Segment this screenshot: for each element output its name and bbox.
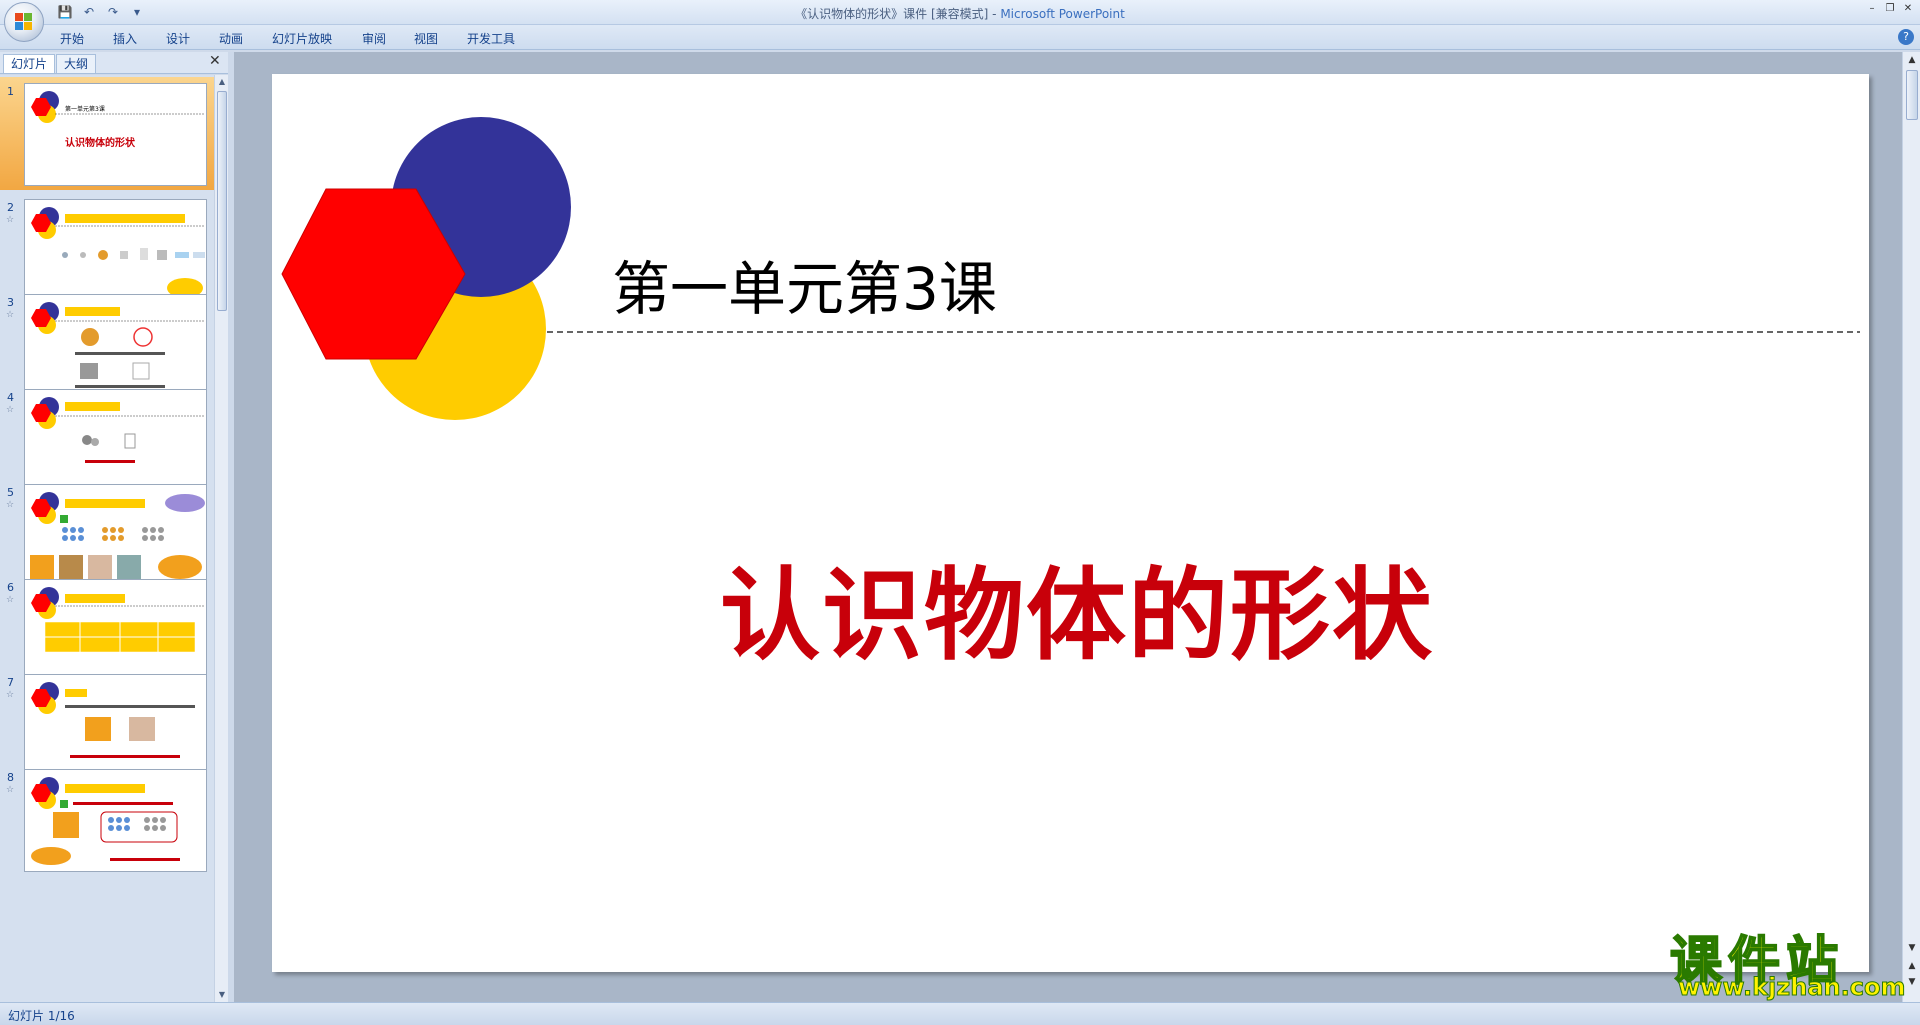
window-controls: – ❐ ✕	[1864, 2, 1916, 14]
slide-number: 8	[7, 771, 14, 784]
slide-counter: 幻灯片 1/16	[8, 1009, 75, 1023]
slide-thumbnail[interactable]	[24, 579, 207, 682]
scroll-thumb[interactable]	[1906, 70, 1918, 120]
pane-tabs: 幻灯片 大纲 ✕	[0, 52, 228, 74]
vertical-scrollbar[interactable]: ▲ ▼ ▲ ▼	[1902, 52, 1920, 1002]
slide-thumbnail[interactable]	[24, 769, 207, 872]
close-icon[interactable]: ✕	[1900, 2, 1916, 14]
slide-title[interactable]: 认识物体的形状	[720, 534, 1434, 679]
office-button[interactable]	[4, 2, 44, 42]
animation-effect-icon: ☆	[6, 215, 15, 225]
tab-home[interactable]: 开始	[60, 30, 84, 47]
ribbon-tabs: 开始 插入 设计 动画 幻灯片放映 审阅 视图 开发工具 ?	[0, 25, 1920, 50]
tab-view[interactable]: 视图	[414, 30, 438, 47]
thumb-content	[31, 682, 195, 758]
tab-developer[interactable]: 开发工具	[467, 30, 515, 47]
watermark-url: www.kjzhan.com	[1677, 973, 1906, 1002]
document-title: 《认识物体的形状》课件 [兼容模式] -	[795, 7, 1001, 21]
status-bar: 幻灯片 1/16	[0, 1002, 1920, 1025]
tab-animations[interactable]: 动画	[219, 30, 243, 47]
tab-design[interactable]: 设计	[166, 30, 190, 47]
tab-review[interactable]: 审阅	[362, 30, 386, 47]
title-bar: 💾 ↶ ↷ ▾ 《认识物体的形状》课件 [兼容模式] - Microsoft P…	[0, 0, 1920, 25]
powerpoint-window: 💾 ↶ ↷ ▾ 《认识物体的形状》课件 [兼容模式] - Microsoft P…	[0, 0, 1920, 1025]
slide-decoration	[281, 117, 1860, 420]
slide-thumbnail[interactable]	[24, 674, 207, 777]
close-pane-icon[interactable]: ✕	[209, 53, 221, 69]
scroll-thumb[interactable]	[217, 91, 227, 311]
slide-thumbnail-row[interactable]: 8 ☆	[0, 763, 214, 876]
slide-thumbnail[interactable]	[24, 389, 207, 492]
slide-subtitle[interactable]: 第一单元第3课	[612, 242, 997, 326]
thumb-subtitle: 第一单元第3课	[65, 106, 105, 113]
watermark-logo: 课件站 www.kjzhan.com	[1668, 925, 1908, 1005]
animation-effect-icon: ☆	[6, 405, 15, 415]
tab-insert[interactable]: 插入	[113, 30, 137, 47]
slide-number: 4	[7, 391, 14, 404]
slide-number: 1	[7, 85, 14, 98]
slides-pane: 1 第一单元第3课 认识物体的形状 2 ☆ 3 ☆ 4 ☆ 5 ☆ 6 ☆ 7 …	[0, 75, 228, 1002]
thumb-content	[30, 492, 205, 579]
tab-slides[interactable]: 幻灯片	[3, 54, 56, 73]
current-slide[interactable]: 第一单元第3课 认识物体的形状	[272, 74, 1869, 972]
slide-number: 6	[7, 581, 14, 594]
animation-effect-icon: ☆	[6, 595, 15, 605]
thumb-content	[31, 207, 205, 298]
tab-outline[interactable]: 大纲	[56, 54, 97, 73]
thumb-content	[31, 302, 205, 388]
app-name: Microsoft PowerPoint	[1000, 7, 1125, 21]
slide-number: 2	[7, 201, 14, 214]
animation-effect-icon: ☆	[6, 310, 15, 320]
animation-effect-icon: ☆	[6, 690, 15, 700]
animation-effect-icon: ☆	[6, 785, 15, 795]
minimize-icon[interactable]: –	[1864, 2, 1880, 14]
restore-icon[interactable]: ❐	[1882, 2, 1898, 14]
slide-number: 5	[7, 486, 14, 499]
scroll-up-icon[interactable]: ▲	[1905, 54, 1919, 66]
help-icon[interactable]: ?	[1898, 29, 1914, 45]
animation-effect-icon: ☆	[6, 500, 15, 510]
slide-number: 7	[7, 676, 14, 689]
thumbnail-scrollbar[interactable]: ▲ ▼	[214, 75, 228, 1002]
slide-thumbnail[interactable]: 第一单元第3课 认识物体的形状	[24, 83, 207, 186]
thumb-content	[31, 587, 205, 653]
tab-slideshow[interactable]: 幻灯片放映	[272, 30, 332, 47]
slide-thumbnail[interactable]	[24, 294, 207, 397]
office-logo-icon	[15, 13, 33, 31]
slide-thumbnail[interactable]	[24, 199, 207, 302]
slide-thumbnail-row[interactable]: 1 第一单元第3课 认识物体的形状	[0, 77, 214, 190]
thumb-title: 认识物体的形状	[65, 138, 135, 149]
slide-thumbnail[interactable]	[24, 484, 207, 587]
slide-editing-area: 第一单元第3课 认识物体的形状	[234, 52, 1902, 1002]
scroll-up-icon[interactable]: ▲	[215, 75, 229, 89]
slide-number: 3	[7, 296, 14, 309]
thumb-content	[31, 777, 180, 865]
scroll-down-icon[interactable]: ▼	[215, 988, 229, 1002]
thumb-content	[31, 397, 205, 463]
window-title: 《认识物体的形状》课件 [兼容模式] - Microsoft PowerPoin…	[0, 5, 1920, 22]
